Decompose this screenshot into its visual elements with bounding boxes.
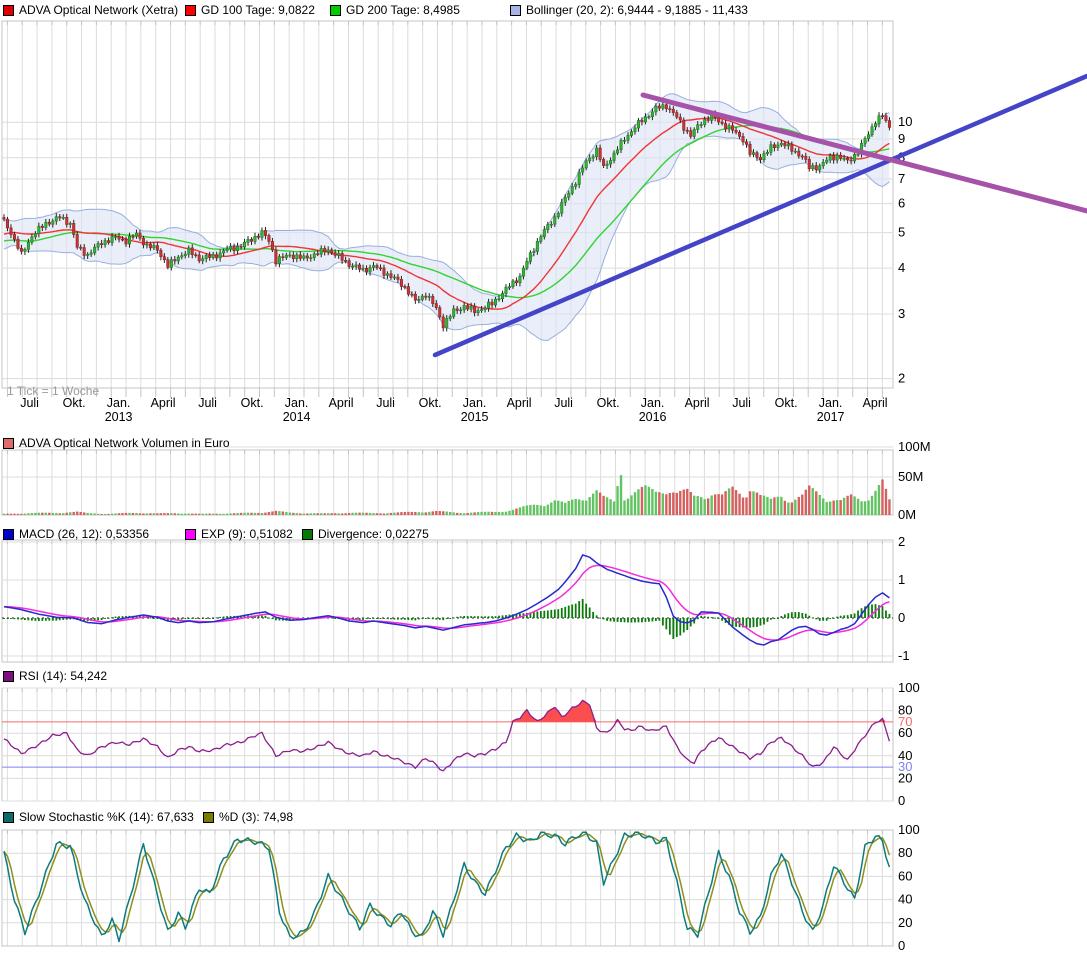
series-swatch-icon	[185, 529, 196, 540]
svg-text:0: 0	[898, 938, 905, 953]
series-swatch-icon	[3, 438, 14, 449]
stock-analysis-chart: 1098765432100M50M0M210-11008070604030200…	[0, 0, 1087, 958]
stochastic-legend: Slow Stochastic %K (14): 67,633 %D (3): …	[0, 810, 1087, 824]
legend-item-stoch-k: Slow Stochastic %K (14): 67,633	[3, 810, 194, 824]
svg-text:Jan.: Jan.	[463, 396, 487, 410]
legend-item-macd: MACD (26, 12): 0,53356	[3, 527, 149, 541]
svg-text:10: 10	[898, 114, 912, 129]
series-swatch-icon	[3, 529, 14, 540]
legend-label-volume: ADVA Optical Network Volumen in Euro	[19, 436, 230, 450]
svg-text:Jan.: Jan.	[107, 396, 131, 410]
series-swatch-icon	[3, 5, 14, 16]
series-swatch-icon	[185, 5, 196, 16]
svg-text:Okt.: Okt.	[419, 396, 442, 410]
series-swatch-icon	[330, 5, 341, 16]
svg-text:20: 20	[898, 770, 912, 785]
svg-text:2016: 2016	[639, 410, 667, 424]
legend-item-exp: EXP (9): 0,51082	[185, 527, 293, 541]
legend-label-gd100: GD 100 Tage: 9,0822	[201, 3, 315, 17]
legend-item-divergence: Divergence: 0,02275	[302, 527, 429, 541]
svg-text:Juli: Juli	[732, 396, 751, 410]
svg-text:100: 100	[898, 822, 920, 837]
series-swatch-icon	[302, 529, 313, 540]
svg-text:2017: 2017	[817, 410, 845, 424]
legend-item-instrument: ADVA Optical Network (Xetra)	[3, 3, 178, 17]
svg-text:7: 7	[898, 171, 905, 186]
svg-text:2013: 2013	[105, 410, 133, 424]
svg-text:2: 2	[898, 371, 905, 386]
legend-label-rsi: RSI (14): 54,242	[19, 669, 107, 683]
series-swatch-icon	[3, 671, 14, 682]
svg-text:Juli: Juli	[20, 396, 39, 410]
series-swatch-icon	[3, 812, 14, 823]
svg-text:Okt.: Okt.	[241, 396, 264, 410]
legend-label-exp: EXP (9): 0,51082	[201, 527, 293, 541]
legend-label-stoch-k: Slow Stochastic %K (14): 67,633	[19, 810, 194, 824]
svg-text:0: 0	[898, 793, 905, 808]
svg-text:9: 9	[898, 131, 905, 146]
svg-text:Jan.: Jan.	[285, 396, 309, 410]
legend-label-stoch-d: %D (3): 74,98	[219, 810, 293, 824]
legend-item-gd100: GD 100 Tage: 9,0822	[185, 3, 315, 17]
svg-text:Juli: Juli	[376, 396, 395, 410]
svg-text:2015: 2015	[461, 410, 489, 424]
svg-text:Okt.: Okt.	[775, 396, 798, 410]
legend-item-volume: ADVA Optical Network Volumen in Euro	[3, 436, 230, 450]
legend-item-rsi: RSI (14): 54,242	[3, 669, 107, 683]
svg-text:0: 0	[898, 610, 905, 625]
legend-item-bollinger: Bollinger (20, 2): 6,9444 - 9,1885 - 11,…	[510, 3, 748, 17]
volume-legend: ADVA Optical Network Volumen in Euro	[0, 436, 1087, 450]
svg-text:Okt.: Okt.	[597, 396, 620, 410]
legend-label-divergence: Divergence: 0,02275	[318, 527, 429, 541]
svg-text:April: April	[863, 396, 888, 410]
svg-text:Okt.: Okt.	[63, 396, 86, 410]
macd-legend: MACD (26, 12): 0,53356 EXP (9): 0,51082 …	[0, 527, 1087, 541]
svg-text:Jan.: Jan.	[819, 396, 843, 410]
svg-text:April: April	[507, 396, 532, 410]
svg-text:20: 20	[898, 915, 912, 930]
svg-text:4: 4	[898, 260, 905, 275]
svg-text:3: 3	[898, 306, 905, 321]
svg-text:April: April	[685, 396, 710, 410]
svg-text:60: 60	[898, 868, 912, 883]
legend-label-macd: MACD (26, 12): 0,53356	[19, 527, 149, 541]
tick-note: 1 Tick = 1 Woche	[7, 384, 99, 398]
svg-text:1: 1	[898, 572, 905, 587]
svg-text:40: 40	[898, 892, 912, 907]
legend-label-bollinger: Bollinger (20, 2): 6,9444 - 9,1885 - 11,…	[526, 3, 748, 17]
svg-text:50M: 50M	[898, 469, 923, 484]
svg-text:80: 80	[898, 845, 912, 860]
series-swatch-icon	[510, 5, 521, 16]
legend-label-gd200: GD 200 Tage: 8,4985	[346, 3, 460, 17]
price-legend: ADVA Optical Network (Xetra) GD 100 Tage…	[0, 3, 1087, 17]
series-swatch-icon	[203, 812, 214, 823]
svg-text:6: 6	[898, 196, 905, 211]
legend-item-gd200: GD 200 Tage: 8,4985	[330, 3, 460, 17]
svg-text:2014: 2014	[283, 410, 311, 424]
svg-text:April: April	[151, 396, 176, 410]
legend-item-stoch-d: %D (3): 74,98	[203, 810, 293, 824]
svg-text:Juli: Juli	[198, 396, 217, 410]
svg-text:60: 60	[898, 725, 912, 740]
svg-text:0M: 0M	[898, 507, 916, 522]
rsi-legend: RSI (14): 54,242	[0, 669, 1087, 683]
svg-text:April: April	[329, 396, 354, 410]
svg-text:Jan.: Jan.	[641, 396, 665, 410]
svg-text:-1: -1	[898, 648, 910, 663]
legend-label-instrument: ADVA Optical Network (Xetra)	[19, 3, 178, 17]
svg-text:Juli: Juli	[554, 396, 573, 410]
svg-text:5: 5	[898, 225, 905, 240]
